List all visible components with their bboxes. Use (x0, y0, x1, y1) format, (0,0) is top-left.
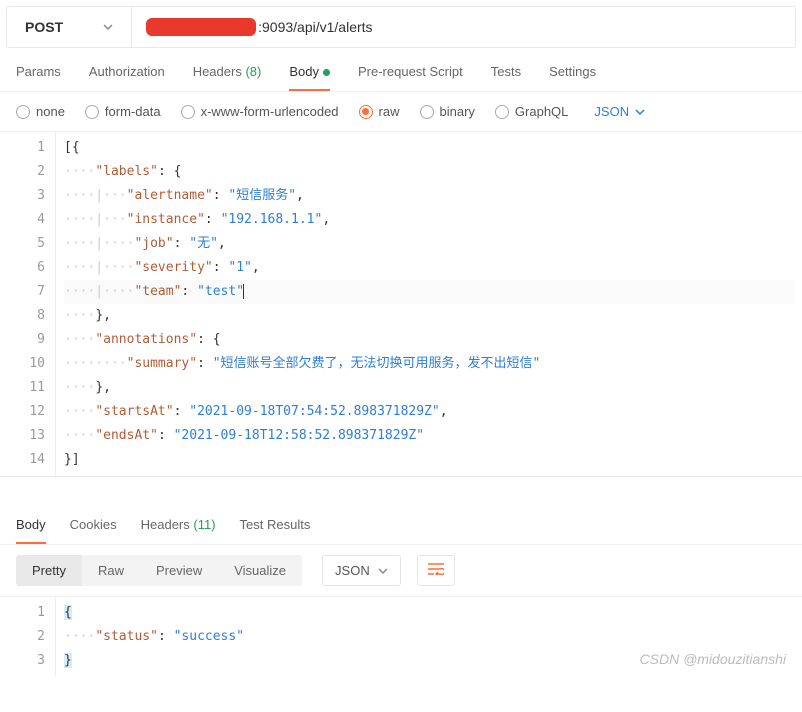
radio-graphql[interactable]: GraphQL (495, 104, 568, 119)
resp-tab-cookies[interactable]: Cookies (70, 517, 117, 544)
body-changed-dot (323, 69, 330, 76)
redacted-host (146, 18, 256, 36)
tab-tests[interactable]: Tests (491, 64, 521, 91)
wrap-icon (428, 563, 444, 575)
url-input[interactable]: :9093/api/v1/alerts (132, 7, 795, 47)
url-suffix: :9093/api/v1/alerts (258, 19, 372, 35)
request-tabs: Params Authorization Headers (8) Body Pr… (0, 54, 802, 92)
tab-settings[interactable]: Settings (549, 64, 596, 91)
radio-raw[interactable]: raw (359, 104, 400, 119)
view-preview[interactable]: Preview (140, 555, 218, 586)
request-line: POST :9093/api/v1/alerts (6, 6, 796, 48)
chevron-down-icon (378, 566, 388, 576)
editor-gutter: 1234567891011121314 (0, 132, 56, 476)
radio-formdata[interactable]: form-data (85, 104, 161, 119)
body-type-row: none form-data x-www-form-urlencoded raw… (0, 92, 802, 132)
raw-format-selector[interactable]: JSON (594, 104, 645, 119)
request-body-editor[interactable]: 1234567891011121314 [{ ····"labels": { ·… (0, 132, 802, 477)
wrap-lines-button[interactable] (417, 555, 455, 586)
radio-none[interactable]: none (16, 104, 65, 119)
view-raw[interactable]: Raw (82, 555, 140, 586)
watermark: CSDN @midouzitianshi (640, 651, 786, 667)
tab-authorization[interactable]: Authorization (89, 64, 165, 91)
tab-prerequest[interactable]: Pre-request Script (358, 64, 463, 91)
response-view-group: Pretty Raw Preview Visualize (16, 555, 302, 586)
tab-headers[interactable]: Headers (8) (193, 64, 262, 91)
editor-gutter: 123 (0, 597, 56, 677)
view-visualize[interactable]: Visualize (218, 555, 302, 586)
radio-binary[interactable]: binary (420, 104, 475, 119)
resp-tab-headers[interactable]: Headers (11) (141, 517, 216, 544)
method-selector[interactable]: POST (7, 7, 132, 47)
tab-body[interactable]: Body (289, 64, 330, 91)
resp-tab-tests[interactable]: Test Results (240, 517, 311, 544)
text-cursor (243, 284, 244, 299)
view-pretty[interactable]: Pretty (16, 555, 82, 586)
chevron-down-icon (103, 22, 113, 32)
chevron-down-icon (635, 107, 645, 117)
resp-tab-body[interactable]: Body (16, 517, 46, 544)
method-label: POST (25, 19, 63, 35)
response-format-selector[interactable]: JSON (322, 555, 401, 586)
response-toolbar: Pretty Raw Preview Visualize JSON (0, 545, 802, 597)
tab-params[interactable]: Params (16, 64, 61, 91)
response-tabs: Body Cookies Headers (11) Test Results (0, 503, 802, 545)
radio-urlencoded[interactable]: x-www-form-urlencoded (181, 104, 339, 119)
